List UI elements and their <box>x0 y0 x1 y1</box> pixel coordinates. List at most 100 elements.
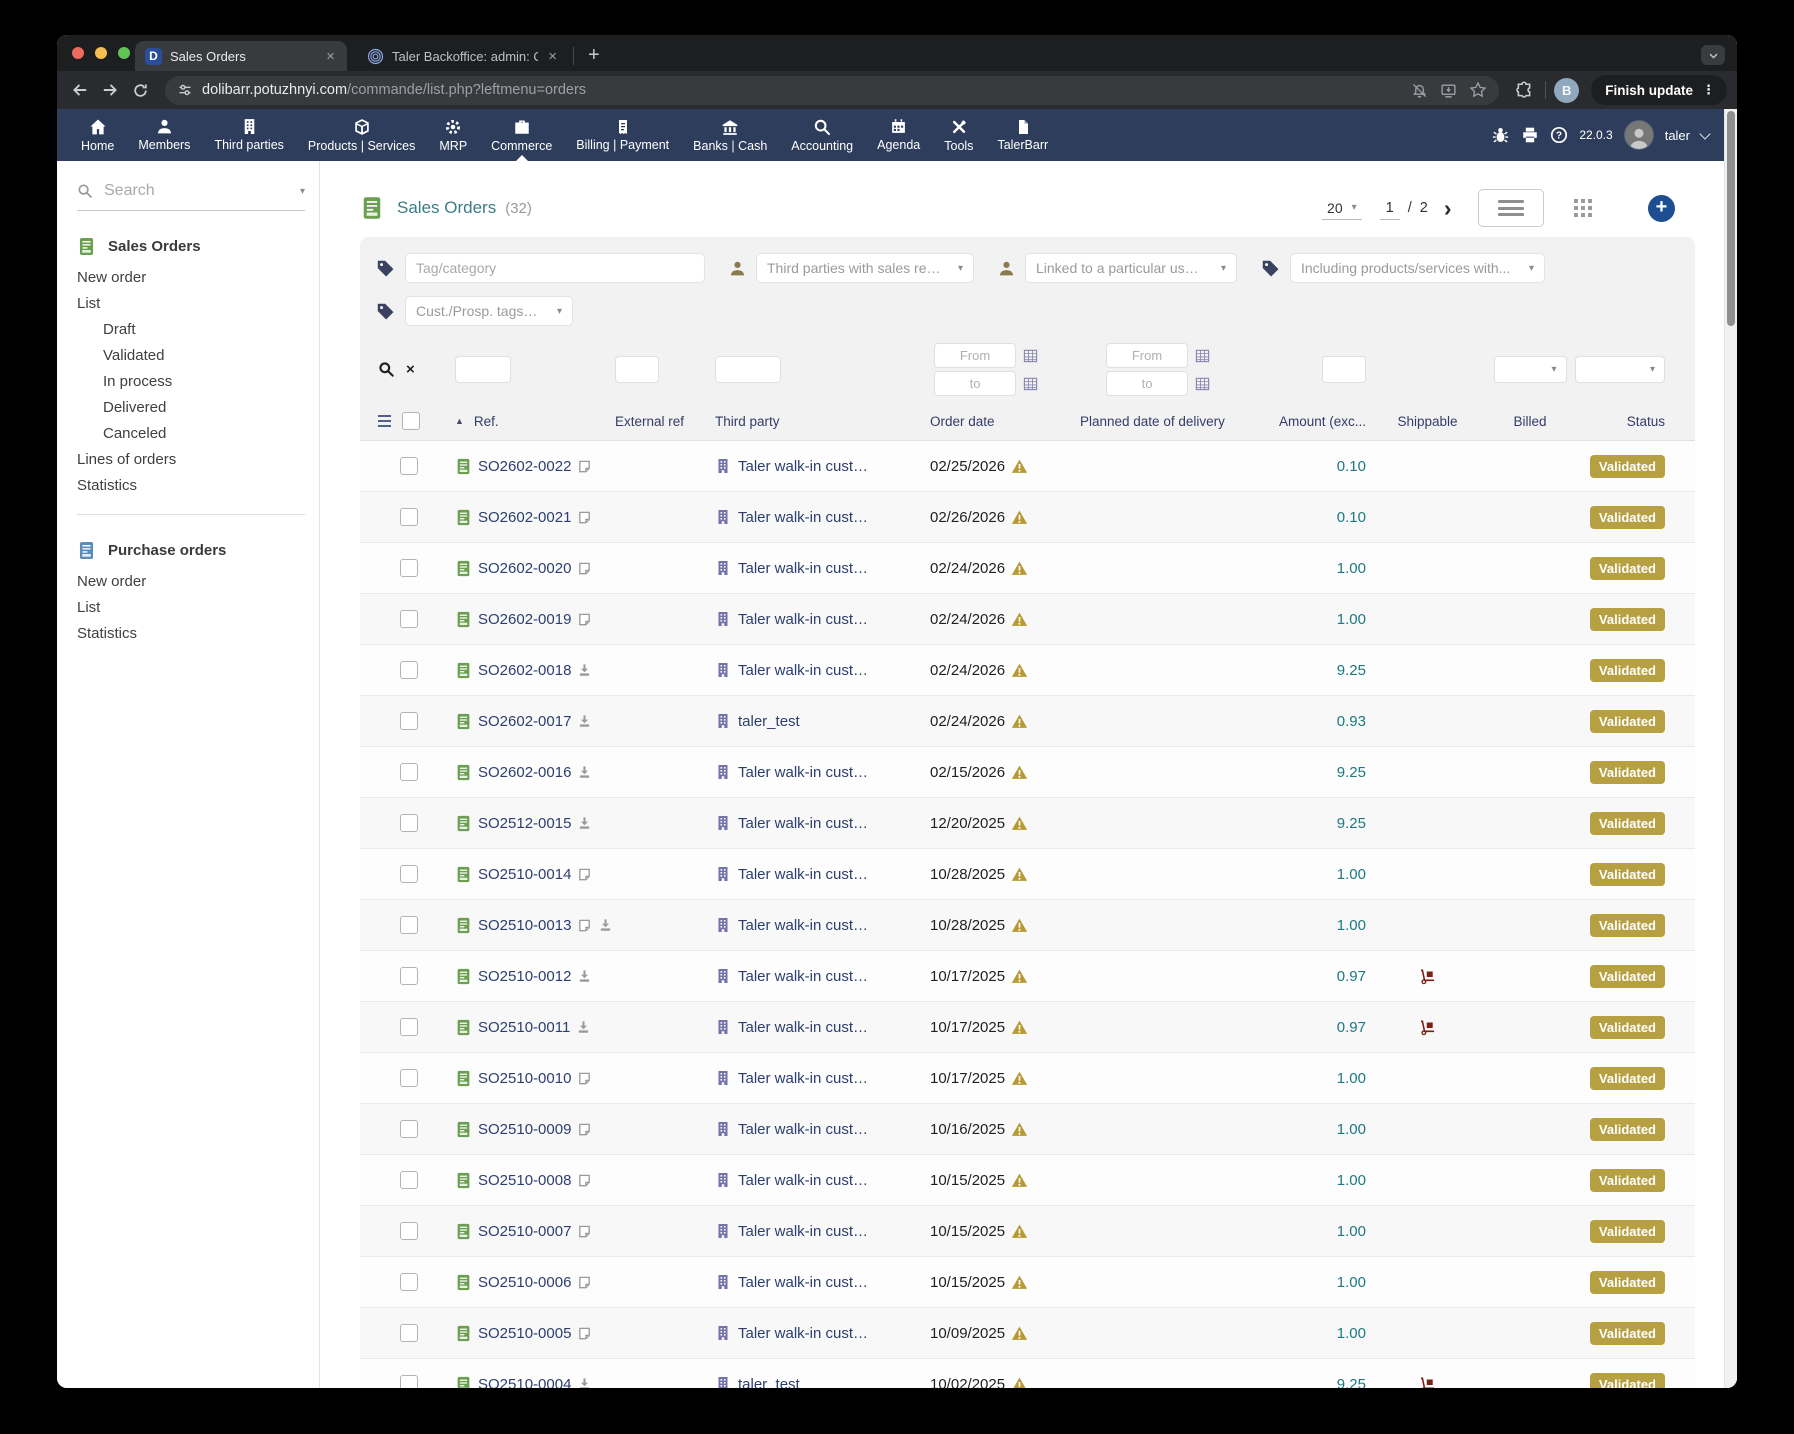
sidebar-item-validated[interactable]: Validated <box>77 342 305 368</box>
nav-item-billing-payment[interactable]: Billing | Payment <box>564 109 681 161</box>
row-checkbox[interactable] <box>400 916 418 934</box>
calendar-picker-icon[interactable] <box>1195 348 1210 363</box>
ref-link[interactable]: SO2602-0016 <box>478 764 571 781</box>
forward-button[interactable] <box>97 77 123 103</box>
calendar-picker-icon[interactable] <box>1195 376 1210 391</box>
amount-value[interactable]: 0.10 <box>1337 458 1366 475</box>
row-checkbox[interactable] <box>400 967 418 985</box>
browser-tab-sales-orders[interactable]: D Sales Orders × <box>135 41 347 71</box>
amount-value[interactable]: 1.00 <box>1337 1223 1366 1240</box>
list-view-button[interactable] <box>1478 189 1544 227</box>
select-all-checkbox[interactable] <box>402 412 420 430</box>
ref-link[interactable]: SO2512-0015 <box>478 815 571 832</box>
column-header-ref[interactable]: ▲Ref. <box>455 414 615 429</box>
amount-value[interactable]: 9.25 <box>1337 662 1366 679</box>
sidebar-item-lines-of-orders[interactable]: Lines of orders <box>77 446 305 472</box>
column-header-external-ref[interactable]: External ref <box>615 414 715 429</box>
row-checkbox[interactable] <box>400 661 418 679</box>
column-header-shippable[interactable]: Shippable <box>1370 414 1485 429</box>
column-header-billed[interactable]: Billed <box>1485 414 1575 429</box>
amount-value[interactable]: 1.00 <box>1337 1274 1366 1291</box>
row-checkbox[interactable] <box>400 814 418 832</box>
sidebar-section-purchase-orders[interactable]: Purchase orders <box>77 541 305 560</box>
calendar-picker-icon[interactable] <box>1023 348 1038 363</box>
ref-link[interactable]: SO2602-0021 <box>478 509 571 526</box>
sidebar-item-statistics[interactable]: Statistics <box>77 472 305 498</box>
tab-close-icon[interactable]: × <box>546 48 559 65</box>
nav-item-commerce[interactable]: Commerce <box>479 109 564 161</box>
cust-prosp-tags-select[interactable]: Cust./Prosp. tags/cat...▾ <box>405 296 573 326</box>
sidebar-item-new-order[interactable]: New order <box>77 568 305 594</box>
browser-menu-icon[interactable]: ⋮ <box>1702 82 1715 98</box>
order-date-from-input[interactable] <box>934 343 1016 368</box>
row-checkbox[interactable] <box>400 559 418 577</box>
close-window-button[interactable] <box>72 47 84 59</box>
linked-user-select[interactable]: Linked to a particular user ...▾ <box>1025 253 1237 283</box>
sidebar-item-delivered[interactable]: Delivered <box>77 394 305 420</box>
third-party-link[interactable]: taler_test <box>738 1376 800 1389</box>
row-checkbox[interactable] <box>400 712 418 730</box>
order-date-to-input[interactable] <box>934 371 1016 396</box>
row-checkbox[interactable] <box>400 865 418 883</box>
reload-button[interactable] <box>127 77 153 103</box>
ref-link[interactable]: SO2602-0019 <box>478 611 571 628</box>
third-party-link[interactable]: Taler walk-in cust… <box>738 1274 868 1291</box>
next-page-button[interactable]: › <box>1444 198 1452 218</box>
amount-value[interactable]: 0.10 <box>1337 509 1366 526</box>
third-party-link[interactable]: Taler walk-in cust… <box>738 764 868 781</box>
amount-value[interactable]: 1.00 <box>1337 560 1366 577</box>
third-party-link[interactable]: Taler walk-in cust… <box>738 1172 868 1189</box>
row-checkbox[interactable] <box>400 1273 418 1291</box>
sidebar-item-new-order[interactable]: New order <box>77 264 305 290</box>
page-size-select[interactable]: 20▾ <box>1322 197 1362 220</box>
ref-link[interactable]: SO2510-0006 <box>478 1274 571 1291</box>
nav-item-agenda[interactable]: Agenda <box>865 109 932 161</box>
ref-link[interactable]: SO2510-0014 <box>478 866 571 883</box>
tab-search-button[interactable] <box>1701 45 1725 65</box>
apply-filter-icon[interactable] <box>378 361 395 378</box>
add-order-button[interactable]: + <box>1648 195 1675 222</box>
nav-item-products-services[interactable]: Products | Services <box>296 109 427 161</box>
sidebar-item-statistics[interactable]: Statistics <box>77 620 305 646</box>
row-checkbox[interactable] <box>400 763 418 781</box>
minimize-window-button[interactable] <box>95 47 107 59</box>
nav-item-home[interactable]: Home <box>69 109 126 161</box>
column-header-amount-exc[interactable]: Amount (exc... <box>1255 414 1370 429</box>
ref-link[interactable]: SO2510-0008 <box>478 1172 571 1189</box>
browser-tab-taler-backoffice[interactable]: Taler Backoffice: admin: Orde × <box>357 41 569 71</box>
row-checkbox[interactable] <box>400 610 418 628</box>
sidebar-section-sales-orders[interactable]: Sales Orders <box>77 237 305 256</box>
bookmark-star-icon[interactable] <box>1469 81 1487 99</box>
print-icon[interactable] <box>1521 126 1539 144</box>
amount-value[interactable]: 1.00 <box>1337 1325 1366 1342</box>
install-app-icon[interactable] <box>1440 82 1457 99</box>
nav-item-third-parties[interactable]: Third parties <box>202 109 295 161</box>
ref-link[interactable]: SO2510-0005 <box>478 1325 571 1342</box>
user-avatar[interactable] <box>1624 120 1654 150</box>
row-checkbox[interactable] <box>400 1375 418 1388</box>
planned-date-to-input[interactable] <box>1106 371 1188 396</box>
amount-value[interactable]: 9.25 <box>1337 815 1366 832</box>
scrollbar-thumb[interactable] <box>1727 111 1735 326</box>
sidebar-item-list[interactable]: List <box>77 594 305 620</box>
third-parties-sales-rep-select[interactable]: Third parties with sales rep...▾ <box>756 253 974 283</box>
row-checkbox[interactable] <box>400 1222 418 1240</box>
row-checkbox[interactable] <box>400 508 418 526</box>
finish-update-button[interactable]: Finish update ⋮ <box>1591 75 1727 105</box>
amount-value[interactable]: 1.00 <box>1337 917 1366 934</box>
search-dropdown-caret-icon[interactable]: ▾ <box>300 186 305 197</box>
current-page[interactable]: 1 <box>1380 197 1400 220</box>
column-header-third-party[interactable]: Third party <box>715 414 930 429</box>
debug-bug-icon[interactable] <box>1491 126 1510 145</box>
maximize-window-button[interactable] <box>118 47 130 59</box>
amount-value[interactable]: 1.00 <box>1337 1121 1366 1138</box>
ref-link[interactable]: SO2510-0009 <box>478 1121 571 1138</box>
third-party-filter-input[interactable] <box>715 356 781 383</box>
third-party-link[interactable]: taler_test <box>738 713 800 730</box>
nav-item-accounting[interactable]: Accounting <box>779 109 865 161</box>
ref-link[interactable]: SO2510-0013 <box>478 917 571 934</box>
including-products-select[interactable]: Including products/services with...▾ <box>1290 253 1545 283</box>
third-party-link[interactable]: Taler walk-in cust… <box>738 968 868 985</box>
row-checkbox[interactable] <box>400 1120 418 1138</box>
tag-category-input[interactable] <box>405 253 705 283</box>
